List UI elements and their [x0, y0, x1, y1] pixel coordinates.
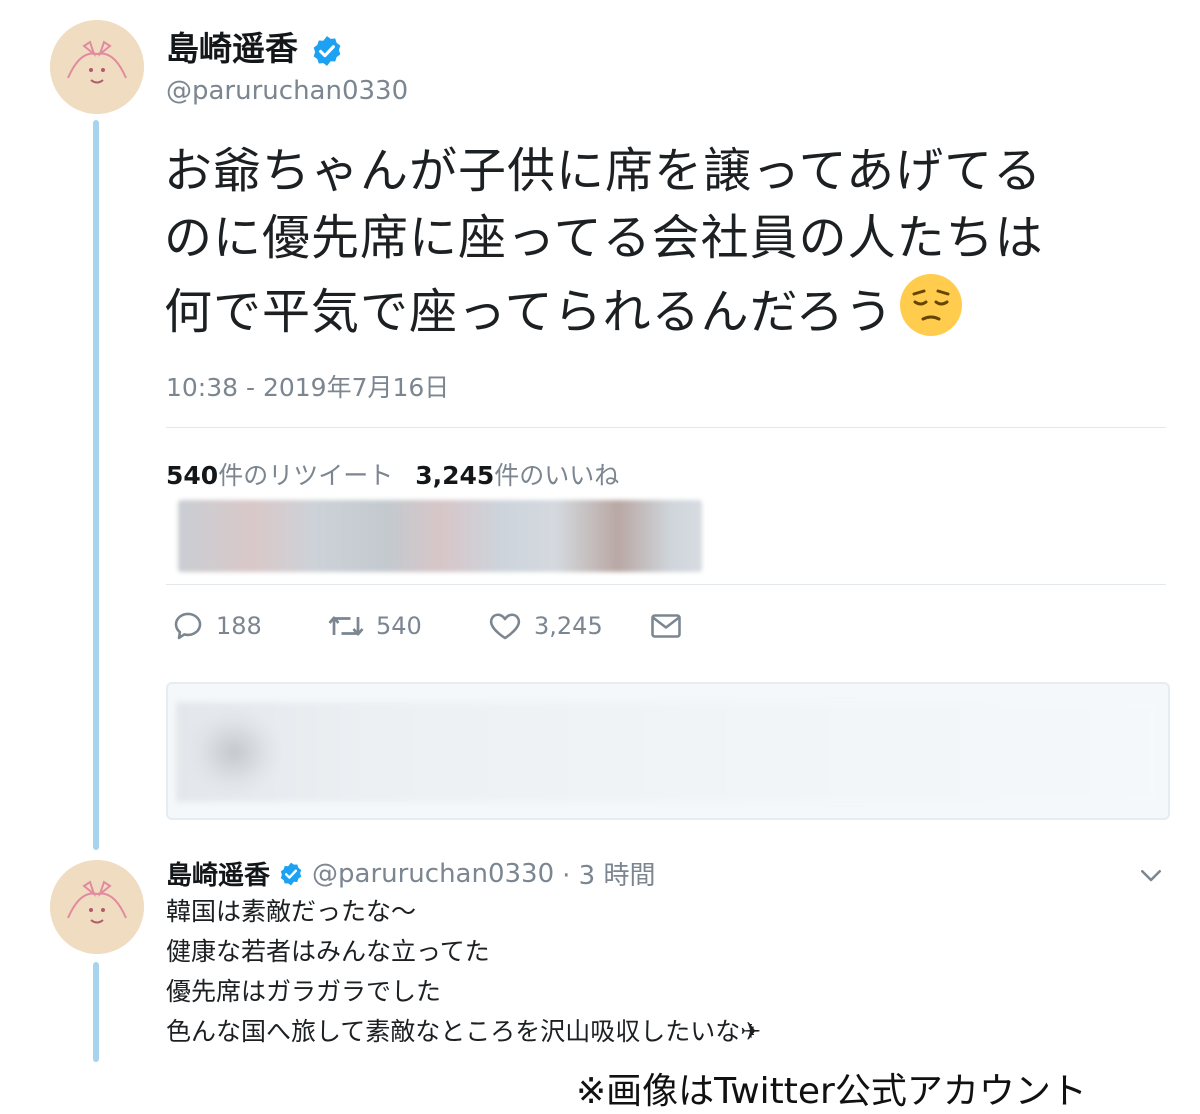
avatar[interactable] [50, 20, 144, 114]
retweet-label: 件のリツイート [218, 461, 394, 490]
handle[interactable]: @paruruchan0330 [166, 76, 408, 106]
liker-avatars-blurred[interactable] [178, 500, 702, 572]
reply-count: 188 [216, 612, 262, 640]
tweet-timestamp[interactable]: 10:38 - 2019年7月16日 [166, 368, 449, 404]
retweet-button[interactable]: 540 [326, 608, 422, 644]
display-name-text[interactable]: 島崎遥香 [166, 29, 298, 68]
reply-composer-blurred[interactable] [166, 682, 1170, 820]
display-name[interactable]: 島崎遥香 [166, 22, 344, 70]
tweet-stats: 540件のリツイート 3,245件のいいね [166, 456, 619, 492]
avatar[interactable] [50, 860, 144, 954]
tweet-line: 色んな国へ旅して素敵なところを沢山吸収したいな✈ [166, 1017, 762, 1046]
reply-tweet-text: 韓国は素敵だったな～ 健康な若者はみんな立ってた 優先席はガラガラでした 色んな… [166, 892, 761, 1052]
retweet-count: 540 [166, 461, 219, 490]
verified-badge-icon [280, 862, 302, 885]
like-count: 3,245 [415, 461, 495, 490]
image-credit: ※画像はTwitter公式アカウント [576, 1071, 1087, 1112]
direct-message-button[interactable] [648, 608, 684, 644]
envelope-icon [651, 614, 681, 638]
handle[interactable]: @paruruchan0330 [312, 859, 554, 889]
display-name[interactable]: 島崎遥香 [166, 855, 270, 892]
retweet-stat[interactable]: 540件のリツイート [166, 461, 393, 490]
thread-line [93, 120, 99, 850]
tweet-line: 韓国は素敵だったな～ [166, 897, 417, 926]
thread-line-continuation [93, 962, 99, 1062]
retweet-icon [328, 616, 364, 636]
avatar-drawing-icon [50, 860, 144, 954]
relative-time[interactable]: · 3 時間 [562, 855, 655, 892]
tweet-line: お爺ちゃんが子供に席を譲ってあげてる [164, 143, 1043, 199]
avatar-drawing-icon [50, 20, 144, 114]
divider [166, 584, 1166, 585]
reply-icon [174, 612, 202, 640]
heart-icon [489, 613, 521, 640]
blurred-content [176, 702, 1156, 802]
tweet-line: のに優先席に座ってる会社員の人たちは [164, 210, 1044, 266]
like-button[interactable]: 3,245 [486, 608, 603, 644]
retweet-action-count: 540 [376, 612, 422, 640]
tweet-text: お爺ちゃんが子供に席を譲ってあげてる のに優先席に座ってる会社員の人たちは 何で… [164, 138, 1174, 346]
tweet-line-with-emoji: 何で平気で座ってられるんだろう [164, 272, 1174, 346]
tweet-line: 健康な若者はみんな立ってた [166, 937, 490, 966]
tweet-line: 優先席はガラガラでした [166, 977, 442, 1006]
pensive-face-icon [899, 274, 962, 336]
like-label: 件のいいね [494, 461, 620, 490]
reply-tweet-header: 島崎遥香 @paruruchan0330 · 3 時間 [166, 855, 655, 892]
tweet-line: 何で平気で座ってられるんだろう [164, 284, 894, 340]
verified-badge-icon [313, 35, 340, 66]
like-stat[interactable]: 3,245件のいいね [415, 461, 619, 490]
reply-button[interactable]: 188 [170, 608, 262, 644]
divider [166, 427, 1166, 428]
chevron-down-icon[interactable] [1136, 860, 1166, 890]
like-action-count: 3,245 [534, 612, 603, 640]
